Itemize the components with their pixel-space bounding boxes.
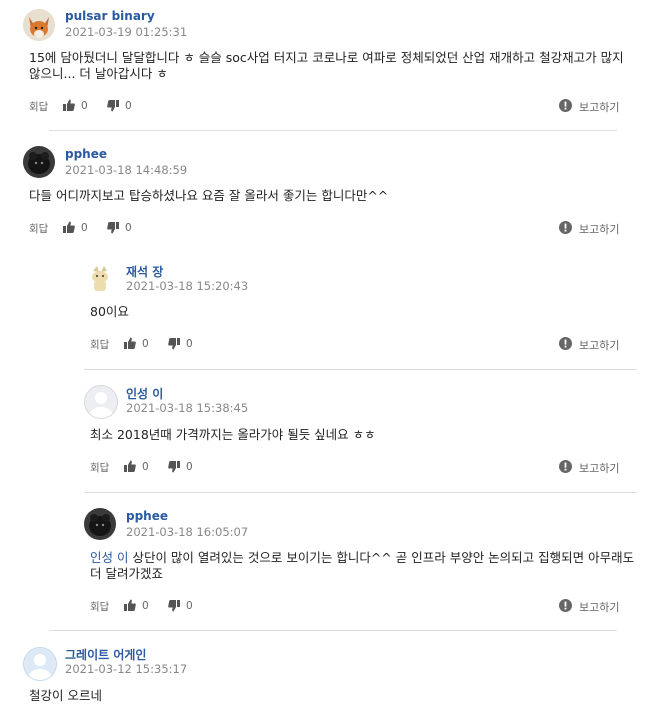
reply-button[interactable]: 회답: [29, 221, 48, 236]
dislike-count: 0: [186, 461, 193, 473]
alert-icon: [559, 337, 572, 350]
comment-actions: 회답 0 0: [29, 221, 149, 235]
reply-button[interactable]: 회답: [90, 460, 109, 475]
alert-icon: [559, 99, 572, 112]
comment-body: 다들 어디까지보고 탑승하셨나요 요즘 잘 올라서 좋기는 합니다만^^: [29, 188, 389, 203]
like-count: 0: [142, 461, 149, 473]
comment-date: 2021-03-19 01:25:31: [65, 25, 188, 39]
divider: [84, 492, 637, 493]
comment-actions: 회답 0 0: [90, 460, 210, 474]
report-label: 보고하기: [579, 462, 620, 475]
like-count: 0: [81, 100, 88, 112]
comment-actions: 회답 0 0: [90, 599, 210, 613]
dislike-count: 0: [186, 338, 193, 350]
thumbs-down-icon[interactable]: [168, 338, 180, 350]
reply-button[interactable]: 회답: [90, 599, 109, 614]
alert-icon: [559, 460, 572, 473]
thumbs-up-icon[interactable]: [124, 337, 136, 349]
comment-author[interactable]: pulsar binary: [65, 9, 155, 23]
dislike-count: 0: [125, 222, 132, 234]
default-user-avatar[interactable]: [84, 385, 118, 419]
thumbs-down-icon[interactable]: [107, 222, 119, 234]
comment-date: 2021-03-18 15:20:43: [126, 279, 249, 293]
thumbs-up-icon[interactable]: [124, 460, 136, 472]
alert-icon: [559, 221, 572, 234]
comment-actions: 회답 0 0: [90, 337, 210, 351]
comment-body-text: 상단이 많이 열려있는 것으로 보이기는 합니다^^ 곧 인프라 부양안 논의되…: [90, 550, 635, 581]
report-label: 보고하기: [579, 223, 620, 236]
comment-body: 최소 2018년때 가격까지는 올라가야 될듯 싶네요 ㅎㅎ: [90, 427, 376, 442]
comment-author[interactable]: 인성 이: [126, 385, 163, 402]
report-button[interactable]: 보고하기: [559, 599, 631, 614]
report-button[interactable]: 보고하기: [559, 221, 631, 236]
comment-body: 인성 이 상단이 많이 열려있는 것으로 보이기는 합니다^^ 곧 인프라 부양…: [90, 550, 635, 582]
thumbs-down-icon[interactable]: [168, 461, 180, 473]
reply-button[interactable]: 회답: [90, 337, 109, 352]
thumbs-up-icon[interactable]: [63, 99, 75, 111]
comment-author[interactable]: pphee: [126, 509, 168, 523]
report-button[interactable]: 보고하기: [559, 99, 631, 114]
like-count: 0: [142, 600, 149, 612]
comment-body: 80이요: [90, 304, 129, 319]
comment-date: 2021-03-12 15:35:17: [65, 662, 188, 676]
like-count: 0: [81, 222, 88, 234]
comment-author[interactable]: 그레이트 어게인: [65, 646, 146, 663]
mention-link[interactable]: 인성 이: [90, 550, 128, 565]
thumbs-down-icon[interactable]: [107, 100, 119, 112]
report-label: 보고하기: [579, 601, 620, 614]
comment-body: 15에 담아뒀더니 달달합니다 ㅎ 슬슬 soc사업 터지고 코로나로 여파로 …: [29, 50, 624, 81]
comment-date: 2021-03-18 14:48:59: [65, 163, 188, 177]
thumbs-down-icon[interactable]: [168, 600, 180, 612]
cartoon-dog-avatar[interactable]: [84, 263, 116, 295]
report-label: 보고하기: [579, 339, 620, 352]
fox-avatar[interactable]: [23, 9, 55, 41]
comment-date: 2021-03-18 16:05:07: [126, 525, 249, 539]
divider: [49, 630, 617, 631]
dislike-count: 0: [125, 100, 132, 112]
thumbs-up-icon[interactable]: [63, 221, 75, 233]
comment-date: 2021-03-18 15:38:45: [126, 401, 249, 415]
reply-button[interactable]: 회답: [29, 99, 48, 114]
comment-author[interactable]: 재석 장: [126, 263, 163, 280]
divider: [49, 130, 617, 131]
divider: [84, 369, 637, 370]
comment-author[interactable]: pphee: [65, 147, 107, 161]
alert-icon: [559, 599, 572, 612]
like-count: 0: [142, 338, 149, 350]
dark-animal-avatar[interactable]: [84, 508, 116, 540]
comment-actions: 회답 0 0: [29, 99, 149, 113]
dark-animal-avatar[interactable]: [23, 146, 55, 178]
report-button[interactable]: 보고하기: [559, 460, 631, 475]
report-button[interactable]: 보고하기: [559, 337, 631, 352]
default-user-avatar[interactable]: [23, 647, 57, 681]
thumbs-up-icon[interactable]: [124, 599, 136, 611]
comment-body: 철강이 오르네: [29, 688, 102, 703]
report-label: 보고하기: [579, 101, 620, 114]
dislike-count: 0: [186, 600, 193, 612]
